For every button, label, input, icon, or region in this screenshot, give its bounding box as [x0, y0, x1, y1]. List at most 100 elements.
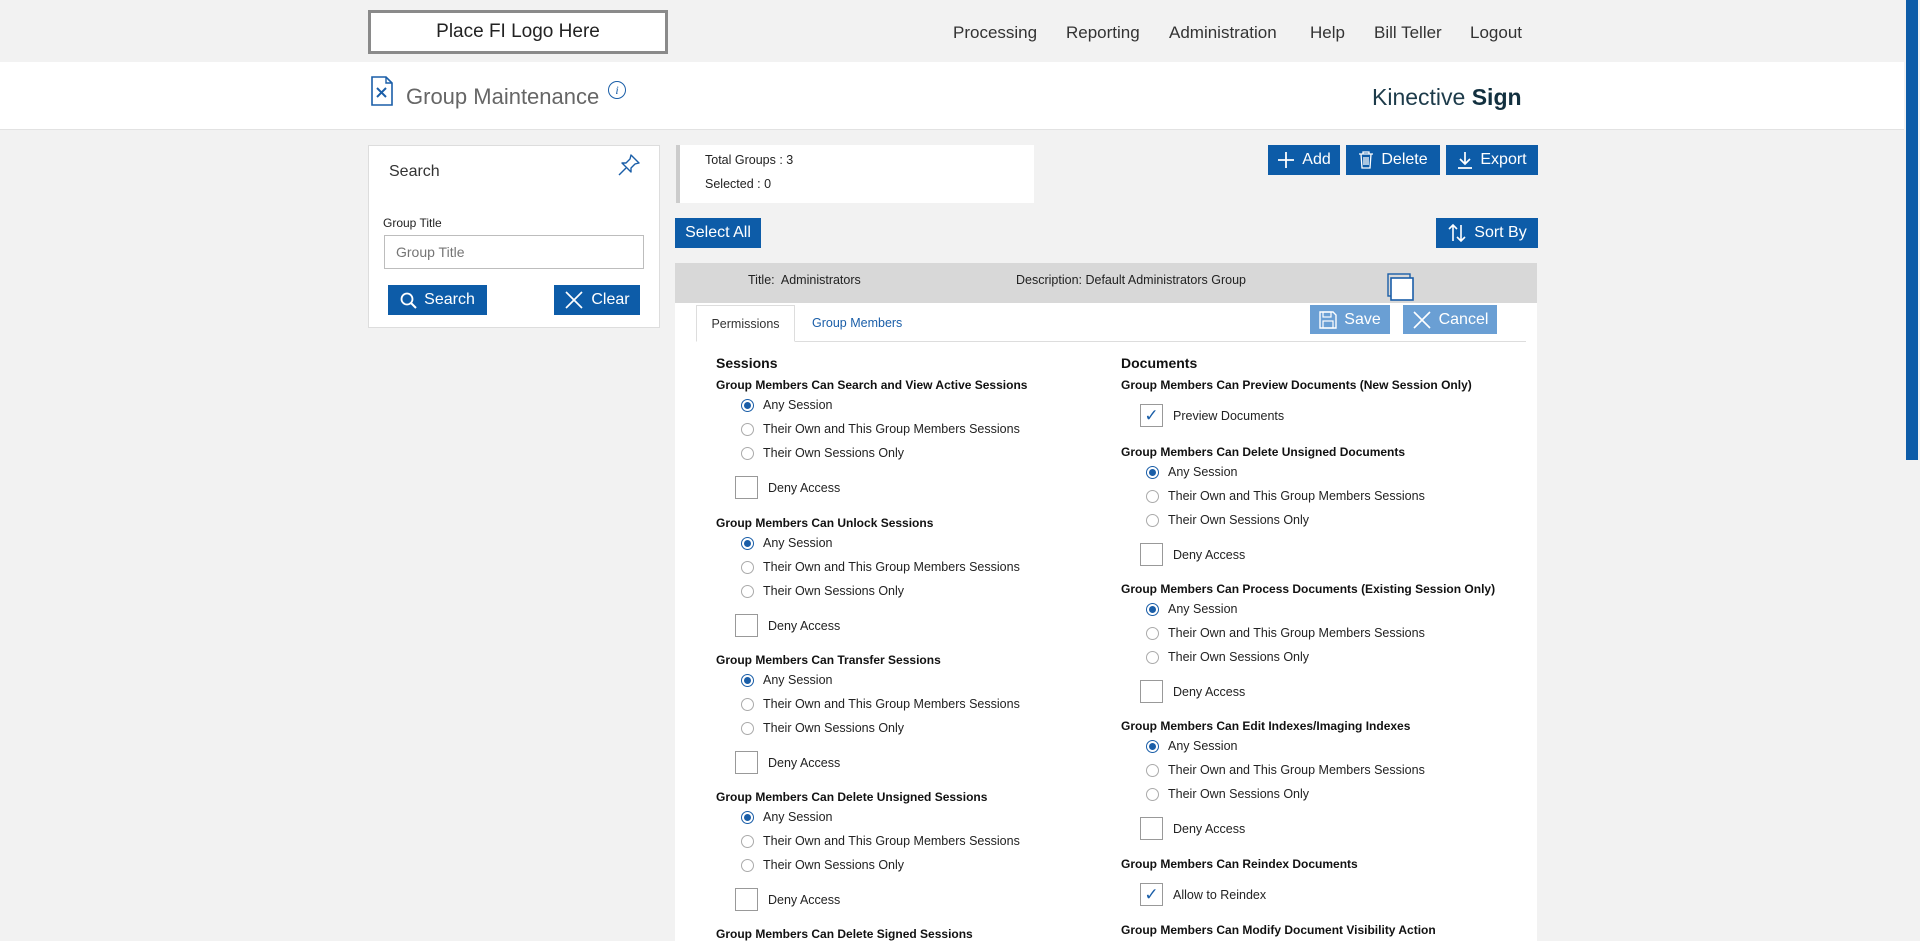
radio-option[interactable]: Any Session [1146, 602, 1237, 616]
total-groups-text: Total Groups : 3 [705, 153, 794, 167]
radio-button[interactable] [741, 560, 754, 574]
radio-option[interactable]: Any Session [741, 536, 832, 550]
clear-button[interactable]: Clear [554, 285, 640, 315]
radio-button[interactable] [741, 834, 754, 848]
page-scrollbar-thumb[interactable] [1906, 0, 1918, 460]
search-panel-title: Search [389, 163, 440, 180]
radio-option[interactable]: Their Own Sessions Only [1146, 513, 1309, 527]
radio-button[interactable] [741, 721, 754, 735]
checkbox[interactable] [735, 888, 758, 911]
radio-button[interactable] [741, 673, 754, 687]
radio-button[interactable] [1146, 650, 1159, 664]
search-icon [400, 292, 417, 309]
save-button[interactable]: Save [1310, 305, 1390, 334]
checkbox[interactable] [1140, 680, 1163, 703]
radio-option[interactable]: Their Own and This Group Members Session… [1146, 626, 1425, 640]
export-button[interactable]: Export [1446, 145, 1538, 175]
radio-button[interactable] [741, 697, 754, 711]
radio-option[interactable]: Their Own Sessions Only [741, 446, 904, 460]
deny-access-checkbox[interactable]: Deny Access [735, 614, 840, 637]
close-icon [565, 291, 583, 309]
radio-option[interactable]: Their Own and This Group Members Session… [741, 697, 1020, 711]
radio-option[interactable]: Any Session [741, 810, 832, 824]
radio-button[interactable] [1146, 626, 1159, 640]
deny-access-checkbox[interactable]: Deny Access [735, 751, 840, 774]
checkbox[interactable] [735, 476, 758, 499]
group-title-input[interactable] [384, 235, 644, 269]
clear-button-label: Clear [591, 291, 630, 308]
radio-button[interactable] [1146, 602, 1159, 616]
radio-button[interactable] [1146, 739, 1159, 753]
radio-option[interactable]: Their Own and This Group Members Session… [1146, 489, 1425, 503]
radio-option[interactable]: Their Own Sessions Only [741, 858, 904, 872]
radio-option[interactable]: Their Own Sessions Only [1146, 787, 1309, 801]
radio-option[interactable]: Any Session [1146, 465, 1237, 479]
info-icon[interactable]: i [608, 81, 626, 99]
copy-icon[interactable] [1387, 273, 1415, 306]
sort-by-button[interactable]: Sort By [1436, 218, 1538, 248]
add-button[interactable]: Add [1268, 145, 1340, 175]
nav-processing[interactable]: Processing [953, 23, 1037, 43]
brand-logo: Kinective Sign [1372, 84, 1522, 110]
deny-access-checkbox[interactable]: Deny Access [1140, 543, 1245, 566]
deny-access-checkbox[interactable]: Deny Access [735, 888, 840, 911]
deny-access-checkbox[interactable]: Deny Access [1140, 680, 1245, 703]
tab-permissions[interactable]: Permissions [696, 305, 795, 342]
radio-option[interactable]: Any Session [741, 673, 832, 687]
radio-option[interactable]: Their Own and This Group Members Session… [741, 560, 1020, 574]
nav-reporting[interactable]: Reporting [1066, 23, 1140, 43]
radio-option[interactable]: Any Session [1146, 739, 1237, 753]
deny-access-checkbox[interactable]: Deny Access [735, 476, 840, 499]
tab-group-members[interactable]: Group Members [812, 316, 902, 330]
radio-button[interactable] [1146, 489, 1159, 503]
sessions-heading: Sessions [716, 355, 778, 371]
select-all-button[interactable]: Select All [675, 218, 761, 248]
radio-button[interactable] [1146, 513, 1159, 527]
checkbox[interactable] [1140, 543, 1163, 566]
radio-button[interactable] [741, 446, 754, 460]
group-description-field: Description: Default Administrators Grou… [1016, 273, 1246, 287]
nav-logout[interactable]: Logout [1470, 23, 1522, 43]
allow-reindex-checkbox[interactable]: ✓ Allow to Reindex [1140, 883, 1266, 906]
close-icon [1413, 310, 1431, 329]
deny-access-checkbox[interactable]: Deny Access [1140, 817, 1245, 840]
radio-button[interactable] [741, 398, 754, 412]
radio-option[interactable]: Their Own Sessions Only [741, 721, 904, 735]
pin-icon[interactable] [617, 153, 641, 182]
search-button[interactable]: Search [388, 285, 487, 315]
cancel-button[interactable]: Cancel [1403, 305, 1497, 334]
checkbox[interactable] [1140, 817, 1163, 840]
radio-button[interactable] [741, 422, 754, 436]
permission-question: Group Members Can Modify Document Visibi… [1121, 923, 1436, 937]
radio-button[interactable] [1146, 787, 1159, 801]
save-icon [1319, 310, 1337, 329]
radio-button[interactable] [741, 584, 754, 598]
nav-help[interactable]: Help [1310, 23, 1345, 43]
nav-administration[interactable]: Administration [1169, 23, 1277, 43]
radio-button[interactable] [741, 536, 754, 550]
permission-question: Group Members Can Preview Documents (New… [1121, 378, 1472, 392]
search-button-label: Search [424, 291, 475, 308]
checkmark-icon[interactable]: ✓ [1140, 404, 1163, 427]
cancel-button-label: Cancel [1438, 310, 1489, 328]
checkmark-icon[interactable]: ✓ [1140, 883, 1163, 906]
radio-option[interactable]: Their Own and This Group Members Session… [741, 834, 1020, 848]
nav-user-name[interactable]: Bill Teller [1374, 23, 1442, 43]
radio-button[interactable] [741, 858, 754, 872]
radio-button[interactable] [1146, 763, 1159, 777]
permission-question: Group Members Can Delete Signed Sessions [716, 927, 973, 941]
radio-option[interactable]: Their Own Sessions Only [1146, 650, 1309, 664]
radio-option[interactable]: Their Own Sessions Only [741, 584, 904, 598]
radio-option[interactable]: Their Own and This Group Members Session… [741, 422, 1020, 436]
radio-button[interactable] [741, 810, 754, 824]
delete-button[interactable]: Delete [1346, 145, 1440, 175]
checkbox[interactable] [735, 614, 758, 637]
permission-question: Group Members Can Reindex Documents [1121, 857, 1358, 871]
permission-question: Group Members Can Unlock Sessions [716, 516, 934, 530]
checkbox[interactable] [735, 751, 758, 774]
radio-option[interactable]: Any Session [741, 398, 832, 412]
radio-option[interactable]: Their Own and This Group Members Session… [1146, 763, 1425, 777]
sort-by-button-label: Sort By [1474, 224, 1527, 241]
preview-documents-checkbox[interactable]: ✓ Preview Documents [1140, 404, 1284, 427]
radio-button[interactable] [1146, 465, 1159, 479]
